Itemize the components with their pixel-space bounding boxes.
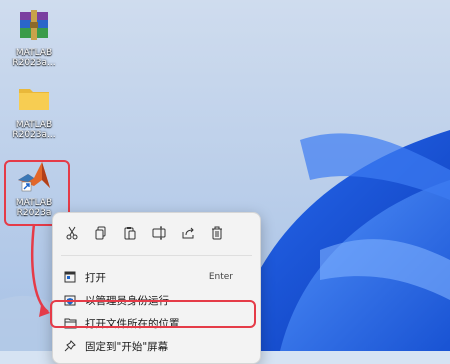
context-menu-quick-actions [53, 221, 260, 245]
paste-button[interactable] [118, 221, 142, 245]
cut-icon [66, 226, 78, 240]
desktop-icon-folder[interactable]: MATLAB R2023a... [8, 80, 60, 140]
cut-button[interactable] [60, 221, 84, 245]
winrar-archive-icon [16, 8, 52, 44]
share-icon [182, 227, 194, 239]
share-button[interactable] [176, 221, 200, 245]
copy-button[interactable] [89, 221, 113, 245]
menu-separator [61, 255, 252, 256]
delete-button[interactable] [205, 221, 229, 245]
rename-button[interactable] [147, 221, 171, 245]
menu-item-pin-to-start[interactable]: 固定到"开始"屏幕 [57, 334, 255, 358]
desktop-icon-label: MATLAB [15, 120, 53, 130]
desktop-icon-label: MATLAB [15, 48, 53, 58]
context-menu: 打开 Enter 以管理员身份运行 打开文件所在的位置 固定到"开始"屏幕 [52, 212, 261, 364]
delete-icon [212, 226, 222, 240]
paste-icon [124, 227, 136, 240]
menu-item-shortcut: Enter [208, 272, 233, 282]
desktop-icon-winrar-archive[interactable]: MATLAB R2023a... [8, 8, 60, 68]
copy-icon [95, 226, 106, 240]
menu-item-label: 固定到"开始"屏幕 [85, 340, 169, 353]
desktop-icon-label: R2023a... [12, 130, 56, 140]
open-icon [63, 270, 77, 284]
menu-item-label: 打开 [85, 271, 106, 284]
menu-item-open[interactable]: 打开 Enter [57, 265, 255, 289]
folder-icon [16, 80, 52, 116]
rename-icon [152, 226, 166, 240]
highlight-box-open-file-location [50, 300, 256, 328]
desktop-icon-label: R2023a... [12, 58, 56, 68]
